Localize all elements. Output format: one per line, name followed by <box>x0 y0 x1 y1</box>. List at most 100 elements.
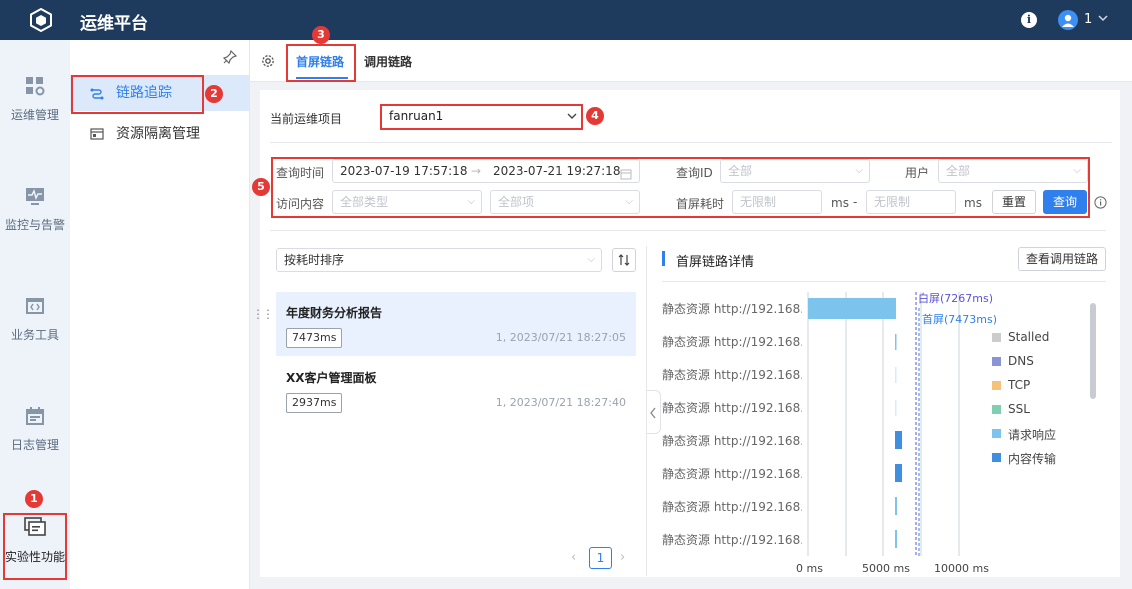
resource-row-label: 静态资源 http://192.168.... <box>662 434 802 448</box>
drag-handle-icon[interactable]: ⋮⋮ <box>252 307 274 321</box>
time-range-picker[interactable]: 2023-07-19 17:57:18 → 2023-07-21 19:27:1… <box>332 159 640 183</box>
resource-row-label: 静态资源 http://192.168.... <box>662 368 802 382</box>
cost-label: 首屏耗时 <box>676 197 725 211</box>
min-placeholder: 无限制 <box>740 195 777 209</box>
queryid-placeholder: 全部 <box>728 164 753 178</box>
collapse-toggle[interactable] <box>647 390 661 434</box>
nav-item-ops[interactable]: 运维管理 <box>0 76 70 123</box>
nav-label: 运维管理 <box>10 108 59 122</box>
user-select[interactable]: 全部 ⌵ <box>938 159 1088 183</box>
step-badge-1: 1 <box>25 490 43 508</box>
title-accent <box>662 251 665 266</box>
settings-gear-icon[interactable] <box>261 54 275 71</box>
timing-bar[interactable] <box>895 464 902 482</box>
timing-bar[interactable] <box>895 530 897 548</box>
legend-swatch <box>992 453 1001 462</box>
code-window-icon <box>26 298 44 314</box>
user-filter-label: 用户 <box>905 166 930 180</box>
chevron-down-icon: ⌵ <box>467 196 475 207</box>
step-badge-5: 5 <box>252 178 270 196</box>
info-icon[interactable]: i <box>1021 12 1037 28</box>
end-time: 2023-07-21 19:27:18 <box>493 164 621 178</box>
sub-item-label: 资源隔离管理 <box>116 126 200 142</box>
user-icon <box>1062 14 1074 27</box>
chevron-down-icon: ⌵ <box>855 165 863 176</box>
top-bar: 运维平台 i 1 <box>0 0 1132 40</box>
cost-min-input[interactable]: 无限制 <box>732 190 822 214</box>
max-placeholder: 无限制 <box>874 195 911 209</box>
content-label: 访问内容 <box>276 197 325 211</box>
logo-icon <box>30 7 52 33</box>
chevron-left-icon <box>650 407 656 419</box>
item-duration: 7473ms <box>286 328 343 348</box>
x-tick-label: 10000 ms <box>934 562 989 575</box>
resource-row-label: 静态资源 http://192.168.... <box>662 533 802 547</box>
item-placeholder: 全部项 <box>498 195 535 209</box>
page-number[interactable]: 1 <box>589 547 612 569</box>
queryid-select[interactable]: 全部 ⌵ <box>720 159 870 183</box>
start-time: 2023-07-19 17:57:18 <box>340 164 468 178</box>
resource-row-label: 静态资源 http://192.168.... <box>662 467 802 481</box>
query-button[interactable]: 查询 <box>1043 190 1087 214</box>
user-name[interactable]: 1 <box>1084 12 1092 27</box>
sort-select[interactable]: 按耗时排序 ⌵ <box>276 248 602 272</box>
queryid-label: 查询ID <box>676 166 713 180</box>
highlight-box-1 <box>3 513 67 580</box>
list-item[interactable]: XX客户管理面板 2937ms 1, 2023/07/21 18:27:40 <box>276 357 636 421</box>
white-screen-label: 白屏(7267ms) <box>918 292 994 305</box>
scrollbar[interactable] <box>1090 303 1096 399</box>
sort-arrows-icon <box>618 254 630 266</box>
nav-item-logs[interactable]: 日志管理 <box>0 406 70 453</box>
nav-item-monitor[interactable]: 监控与告警 <box>0 186 70 233</box>
content-item-select[interactable]: 全部项 ⌵ <box>490 190 640 214</box>
legend-label: DNS <box>1008 354 1034 368</box>
pin-icon[interactable] <box>222 49 238 67</box>
tab-call-chain[interactable]: 调用链路 <box>364 53 412 70</box>
step-badge-3: 3 <box>312 26 330 44</box>
monitor-pulse-icon <box>26 188 44 205</box>
view-call-chain-button[interactable]: 查看调用链路 <box>1018 247 1106 271</box>
chevron-down-icon[interactable] <box>1097 12 1109 27</box>
chevron-down-icon: ⌵ <box>1073 165 1081 176</box>
sub-item-resource-isolation[interactable]: 资源隔离管理 <box>70 116 250 152</box>
range-arrow: → <box>471 164 482 178</box>
timing-bar[interactable] <box>895 334 897 350</box>
content-type-select[interactable]: 全部类型 ⌵ <box>332 190 482 214</box>
calendar-icon <box>26 407 44 425</box>
legend-label: 请求响应 <box>1008 428 1057 442</box>
highlight-box-3 <box>286 44 356 82</box>
range-dash: - <box>853 195 858 209</box>
nav-label: 日志管理 <box>10 438 59 452</box>
nav-item-tools[interactable]: 业务工具 <box>0 296 70 343</box>
timing-bar[interactable] <box>895 431 902 449</box>
step-badge-2: 2 <box>205 85 223 103</box>
chevron-down-icon: ⌵ <box>587 254 595 265</box>
sort-order-button[interactable] <box>612 248 636 272</box>
timing-bar[interactable] <box>895 367 897 383</box>
item-duration: 2937ms <box>286 393 343 413</box>
legend-swatch <box>992 381 1001 390</box>
sort-value: 按耗时排序 <box>284 253 345 267</box>
sub-nav: 链路追踪 资源隔离管理 <box>70 40 250 589</box>
project-label: 当前运维项目 <box>270 112 343 126</box>
help-circle-icon[interactable] <box>1094 196 1107 212</box>
legend-label: SSL <box>1008 402 1030 416</box>
list-item[interactable]: 年度财务分析报告 7473ms 1, 2023/07/21 18:27:05 <box>276 292 636 356</box>
highlight-box-4 <box>380 104 583 130</box>
next-page-icon[interactable]: › <box>620 550 625 565</box>
reset-button[interactable]: 重置 <box>992 190 1036 214</box>
resource-row-label: 静态资源 http://192.168.... <box>662 335 802 349</box>
timing-bar[interactable] <box>808 298 896 319</box>
prev-page-icon[interactable]: ‹ <box>571 550 576 565</box>
resource-row-label: 静态资源 http://192.168.... <box>662 401 802 415</box>
item-date: 1, 2023/07/21 18:27:05 <box>495 331 626 344</box>
time-label: 查询时间 <box>276 166 325 180</box>
item-title: 年度财务分析报告 <box>286 306 383 320</box>
resource-isolation-icon <box>90 128 104 140</box>
timing-bar[interactable] <box>895 400 897 416</box>
timing-bar[interactable] <box>895 497 897 515</box>
cost-max-input[interactable]: 无限制 <box>866 190 956 214</box>
grid-gear-icon <box>26 77 45 96</box>
avatar[interactable] <box>1058 10 1078 30</box>
item-date: 1, 2023/07/21 18:27:40 <box>495 396 626 409</box>
